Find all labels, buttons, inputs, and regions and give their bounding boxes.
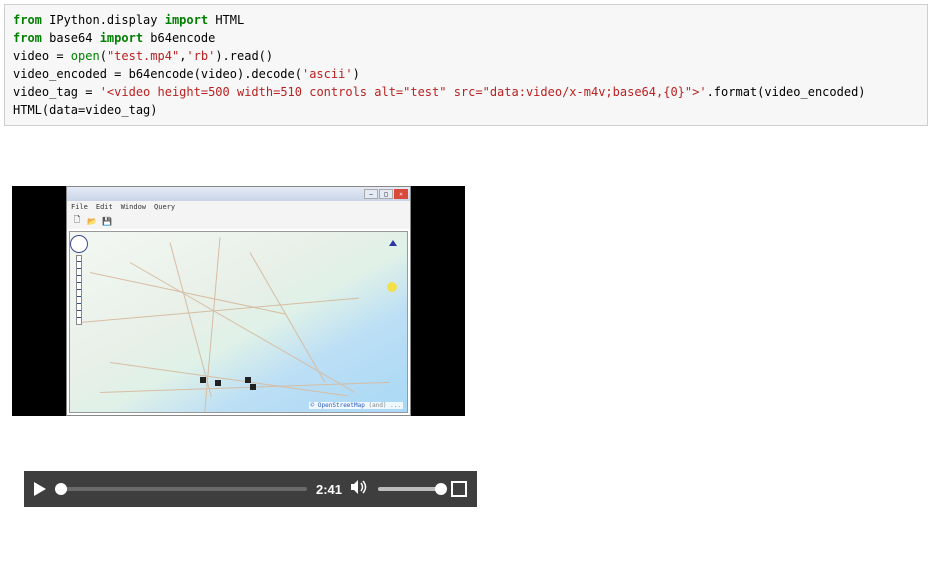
map-marker <box>245 377 251 383</box>
fullscreen-button[interactable] <box>451 481 467 497</box>
code-cell: from IPython.display import HTML from ba… <box>4 4 928 126</box>
menu-query[interactable]: Query <box>154 203 175 211</box>
menu-edit[interactable]: Edit <box>96 203 113 211</box>
map-roads <box>70 232 407 412</box>
map-marker-triangle-icon <box>389 240 397 246</box>
code-line-5: video_tag = '<video height=500 width=510… <box>13 83 919 101</box>
code-line-1: from IPython.display import HTML <box>13 11 919 29</box>
map-marker <box>200 377 206 383</box>
window-titlebar: – □ × <box>67 187 410 201</box>
code-line-6: HTML(data=video_tag) <box>13 101 919 119</box>
code-line-2: from base64 import b64encode <box>13 29 919 47</box>
code-line-4: video_encoded = b64encode(video).decode(… <box>13 65 919 83</box>
volume-fill <box>378 487 442 491</box>
map-marker-yellow-icon <box>387 282 397 292</box>
map-attribution: © OpenStreetMap (and) ... <box>309 402 403 409</box>
tool-new-icon[interactable]: 🗋 <box>71 215 83 227</box>
pan-dial-icon[interactable] <box>70 235 88 253</box>
video-frame: – □ × File Edit Window Query 🗋 📂 💾 <box>12 186 465 416</box>
map-pane[interactable]: © OpenStreetMap (and) ... <box>69 231 408 413</box>
video-output: – □ × File Edit Window Query 🗋 📂 💾 <box>12 186 932 507</box>
window-controls: – □ × <box>364 189 408 199</box>
play-button[interactable] <box>34 482 46 496</box>
zoom-slider[interactable] <box>76 255 82 325</box>
toolbar: 🗋 📂 💾 <box>67 213 410 229</box>
map-marker <box>215 380 221 386</box>
zoom-control[interactable] <box>73 235 85 325</box>
progress-slider[interactable] <box>55 487 307 491</box>
time-display: 2:41 <box>316 482 342 497</box>
video-controls: 2:41 <box>24 471 477 507</box>
tool-open-icon[interactable]: 📂 <box>86 215 98 227</box>
menubar: File Edit Window Query <box>67 201 410 213</box>
volume-icon[interactable] <box>351 479 369 499</box>
map-marker <box>250 384 256 390</box>
app-window: – □ × File Edit Window Query 🗋 📂 💾 <box>66 186 411 416</box>
volume-slider[interactable] <box>378 487 442 491</box>
menu-file[interactable]: File <box>71 203 88 211</box>
maximize-icon[interactable]: □ <box>379 189 393 199</box>
menu-window[interactable]: Window <box>121 203 146 211</box>
tool-save-icon[interactable]: 💾 <box>101 215 113 227</box>
code-line-3: video = open("test.mp4",'rb').read() <box>13 47 919 65</box>
progress-thumb-icon[interactable] <box>55 483 67 495</box>
close-icon[interactable]: × <box>394 189 408 199</box>
minimize-icon[interactable]: – <box>364 189 378 199</box>
volume-thumb-icon[interactable] <box>435 483 447 495</box>
